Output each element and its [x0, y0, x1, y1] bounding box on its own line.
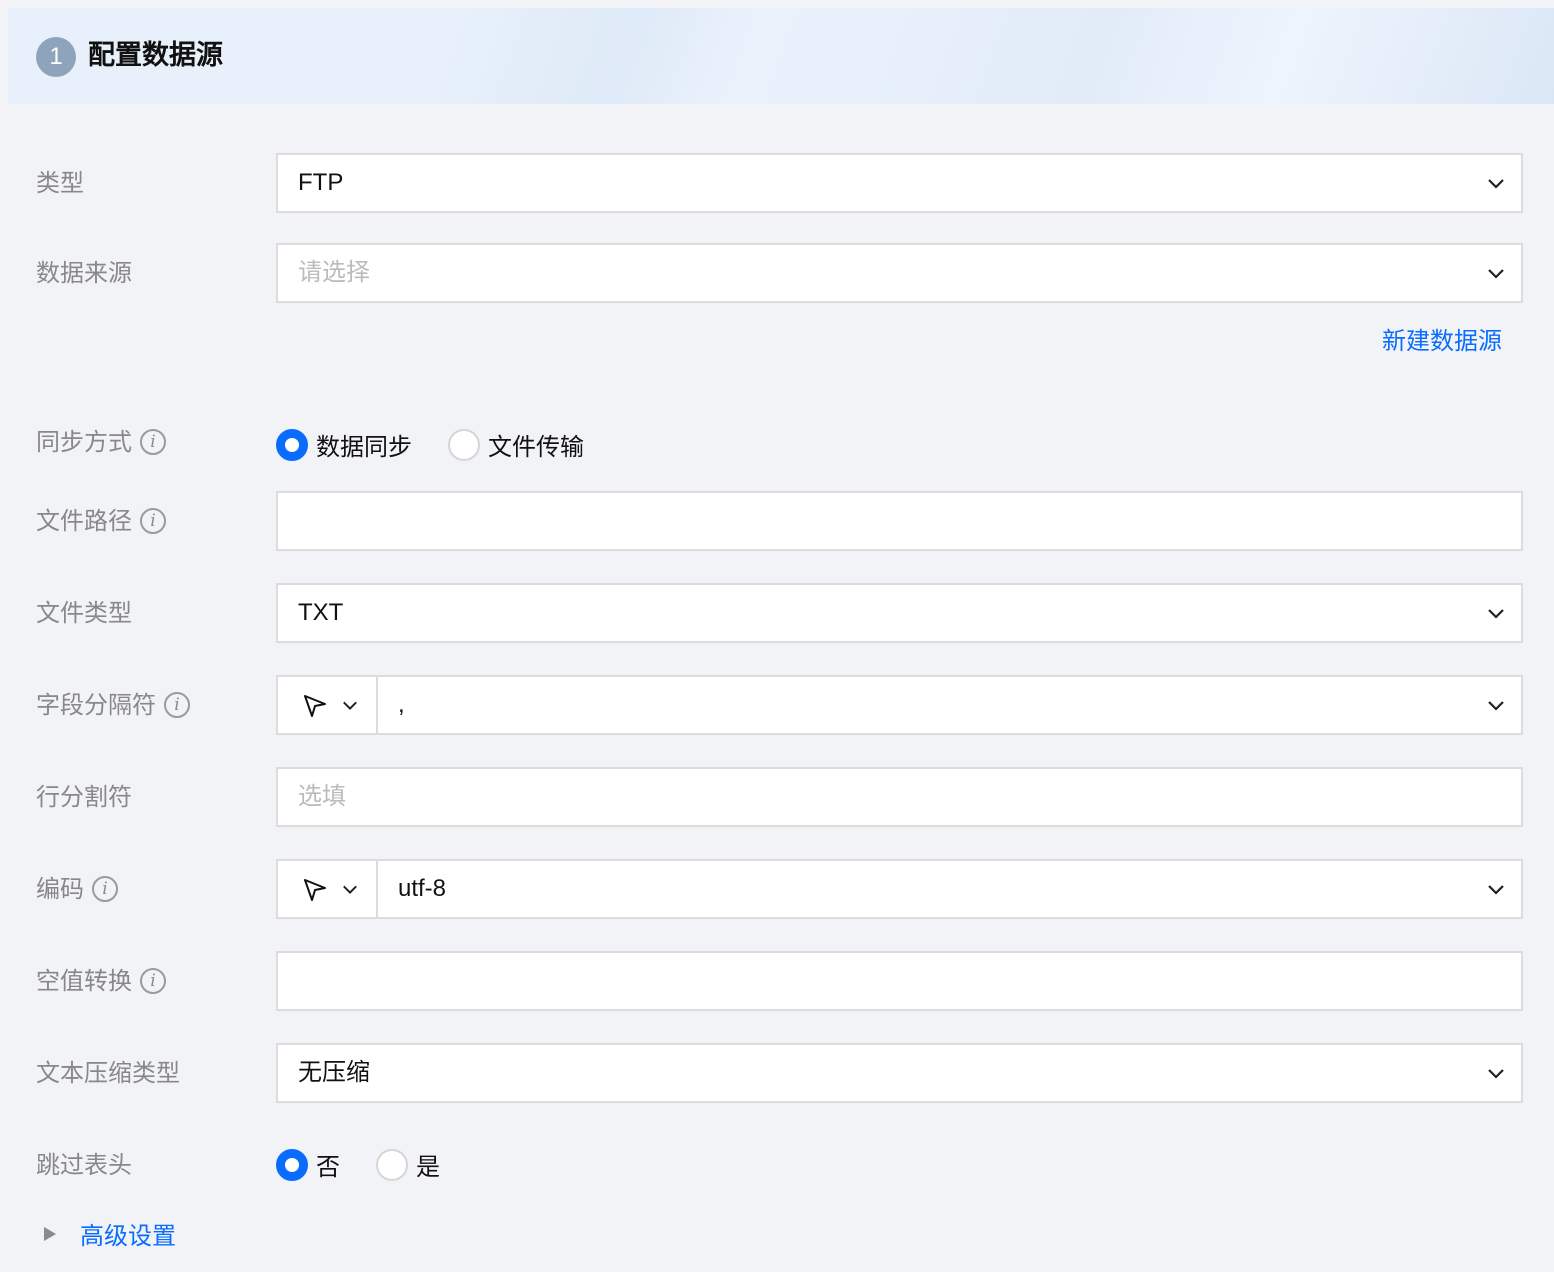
file-type-select[interactable]: TXT — [276, 583, 1523, 643]
encoding-combo[interactable]: utf-8 — [276, 859, 1523, 919]
compression-label-text: 文本压缩类型 — [36, 1059, 180, 1087]
chevron-down-icon — [1488, 885, 1504, 895]
sync-mode-label-text: 同步方式 — [36, 428, 132, 456]
file-path-label: 文件路径 i — [36, 505, 166, 537]
radio-checked[interactable] — [276, 1148, 308, 1181]
chevron-down-icon — [1488, 701, 1504, 711]
radio-unchecked[interactable] — [448, 428, 480, 461]
triangle-right-icon — [44, 1226, 56, 1241]
cursor-pointer-icon — [304, 695, 326, 717]
cursor-pointer-icon — [304, 879, 326, 901]
type-label: 类型 — [36, 167, 84, 199]
null-conversion-input[interactable] — [276, 951, 1523, 1011]
file-type-label-text: 文件类型 — [36, 599, 132, 627]
source-select-placeholder: 请选择 — [298, 259, 370, 286]
file-path-label-text: 文件路径 — [36, 507, 132, 535]
radio-label: 是 — [416, 1153, 440, 1181]
file-type-value: TXT — [298, 599, 344, 626]
encoding-mode-picker[interactable] — [278, 861, 378, 917]
file-type-label: 文件类型 — [36, 597, 132, 629]
radio-option-no[interactable]: 否 — [276, 1147, 340, 1182]
skip-header-label: 跳过表头 — [36, 1149, 132, 1181]
info-icon[interactable]: i — [140, 508, 166, 534]
radio-unchecked[interactable] — [376, 1148, 408, 1181]
radio-label: 否 — [316, 1153, 340, 1181]
radio-checked[interactable] — [276, 428, 308, 461]
row-delimiter-input[interactable]: 选填 — [276, 767, 1523, 827]
radio-option-yes[interactable]: 是 — [376, 1147, 440, 1182]
info-icon[interactable]: i — [140, 968, 166, 994]
info-icon[interactable]: i — [140, 429, 166, 455]
info-icon[interactable]: i — [164, 692, 190, 718]
radio-label: 文件传输 — [488, 433, 584, 461]
compression-value: 无压缩 — [298, 1059, 370, 1086]
file-path-input[interactable] — [276, 491, 1523, 551]
encoding-label-text: 编码 — [36, 875, 84, 903]
compression-label: 文本压缩类型 — [36, 1057, 180, 1089]
section-title: 配置数据源 — [88, 40, 223, 71]
sync-mode-radio-group: 数据同步 文件传输 — [276, 427, 620, 462]
type-select[interactable]: FTP — [276, 153, 1523, 213]
delimiter-mode-picker[interactable] — [278, 677, 378, 733]
row-delimiter-placeholder: 选填 — [298, 783, 346, 810]
sync-mode-label: 同步方式 i — [36, 426, 166, 458]
field-delimiter-combo[interactable]: , — [276, 675, 1523, 735]
row-delimiter-label: 行分割符 — [36, 781, 132, 813]
source-label-text: 数据来源 — [36, 259, 132, 287]
skip-header-radio-group: 否 是 — [276, 1147, 476, 1182]
compression-select[interactable]: 无压缩 — [276, 1043, 1523, 1103]
radio-option-file-transfer[interactable]: 文件传输 — [448, 427, 584, 462]
source-select[interactable]: 请选择 — [276, 243, 1523, 303]
row-delimiter-label-text: 行分割符 — [36, 783, 132, 811]
chevron-down-icon — [1488, 609, 1504, 619]
radio-option-data-sync[interactable]: 数据同步 — [276, 427, 412, 462]
field-delimiter-label: 字段分隔符 i — [36, 689, 190, 721]
encoding-label: 编码 i — [36, 873, 118, 905]
chevron-down-icon — [343, 885, 357, 894]
advanced-settings-toggle[interactable]: 高级设置 — [44, 1216, 176, 1251]
encoding-value: utf-8 — [398, 875, 447, 902]
chevron-down-icon — [343, 701, 357, 710]
null-conversion-label: 空值转换 i — [36, 965, 166, 997]
new-source-link[interactable]: 新建数据源 — [1382, 325, 1502, 357]
field-delimiter-label-text: 字段分隔符 — [36, 691, 156, 719]
info-icon[interactable]: i — [92, 876, 118, 902]
radio-label: 数据同步 — [316, 433, 412, 461]
source-label: 数据来源 — [36, 257, 132, 289]
step-number-badge: 1 — [36, 37, 76, 77]
type-select-value: FTP — [298, 169, 344, 196]
chevron-down-icon — [1488, 179, 1504, 189]
type-label-text: 类型 — [36, 169, 84, 197]
null-conversion-label-text: 空值转换 — [36, 967, 132, 995]
skip-header-label-text: 跳过表头 — [36, 1151, 132, 1179]
field-delimiter-value: , — [398, 691, 405, 718]
advanced-settings-link[interactable]: 高级设置 — [80, 1216, 176, 1251]
section-header: 1 配置数据源 — [8, 8, 1554, 104]
chevron-down-icon — [1488, 1069, 1504, 1079]
chevron-down-icon — [1488, 269, 1504, 279]
